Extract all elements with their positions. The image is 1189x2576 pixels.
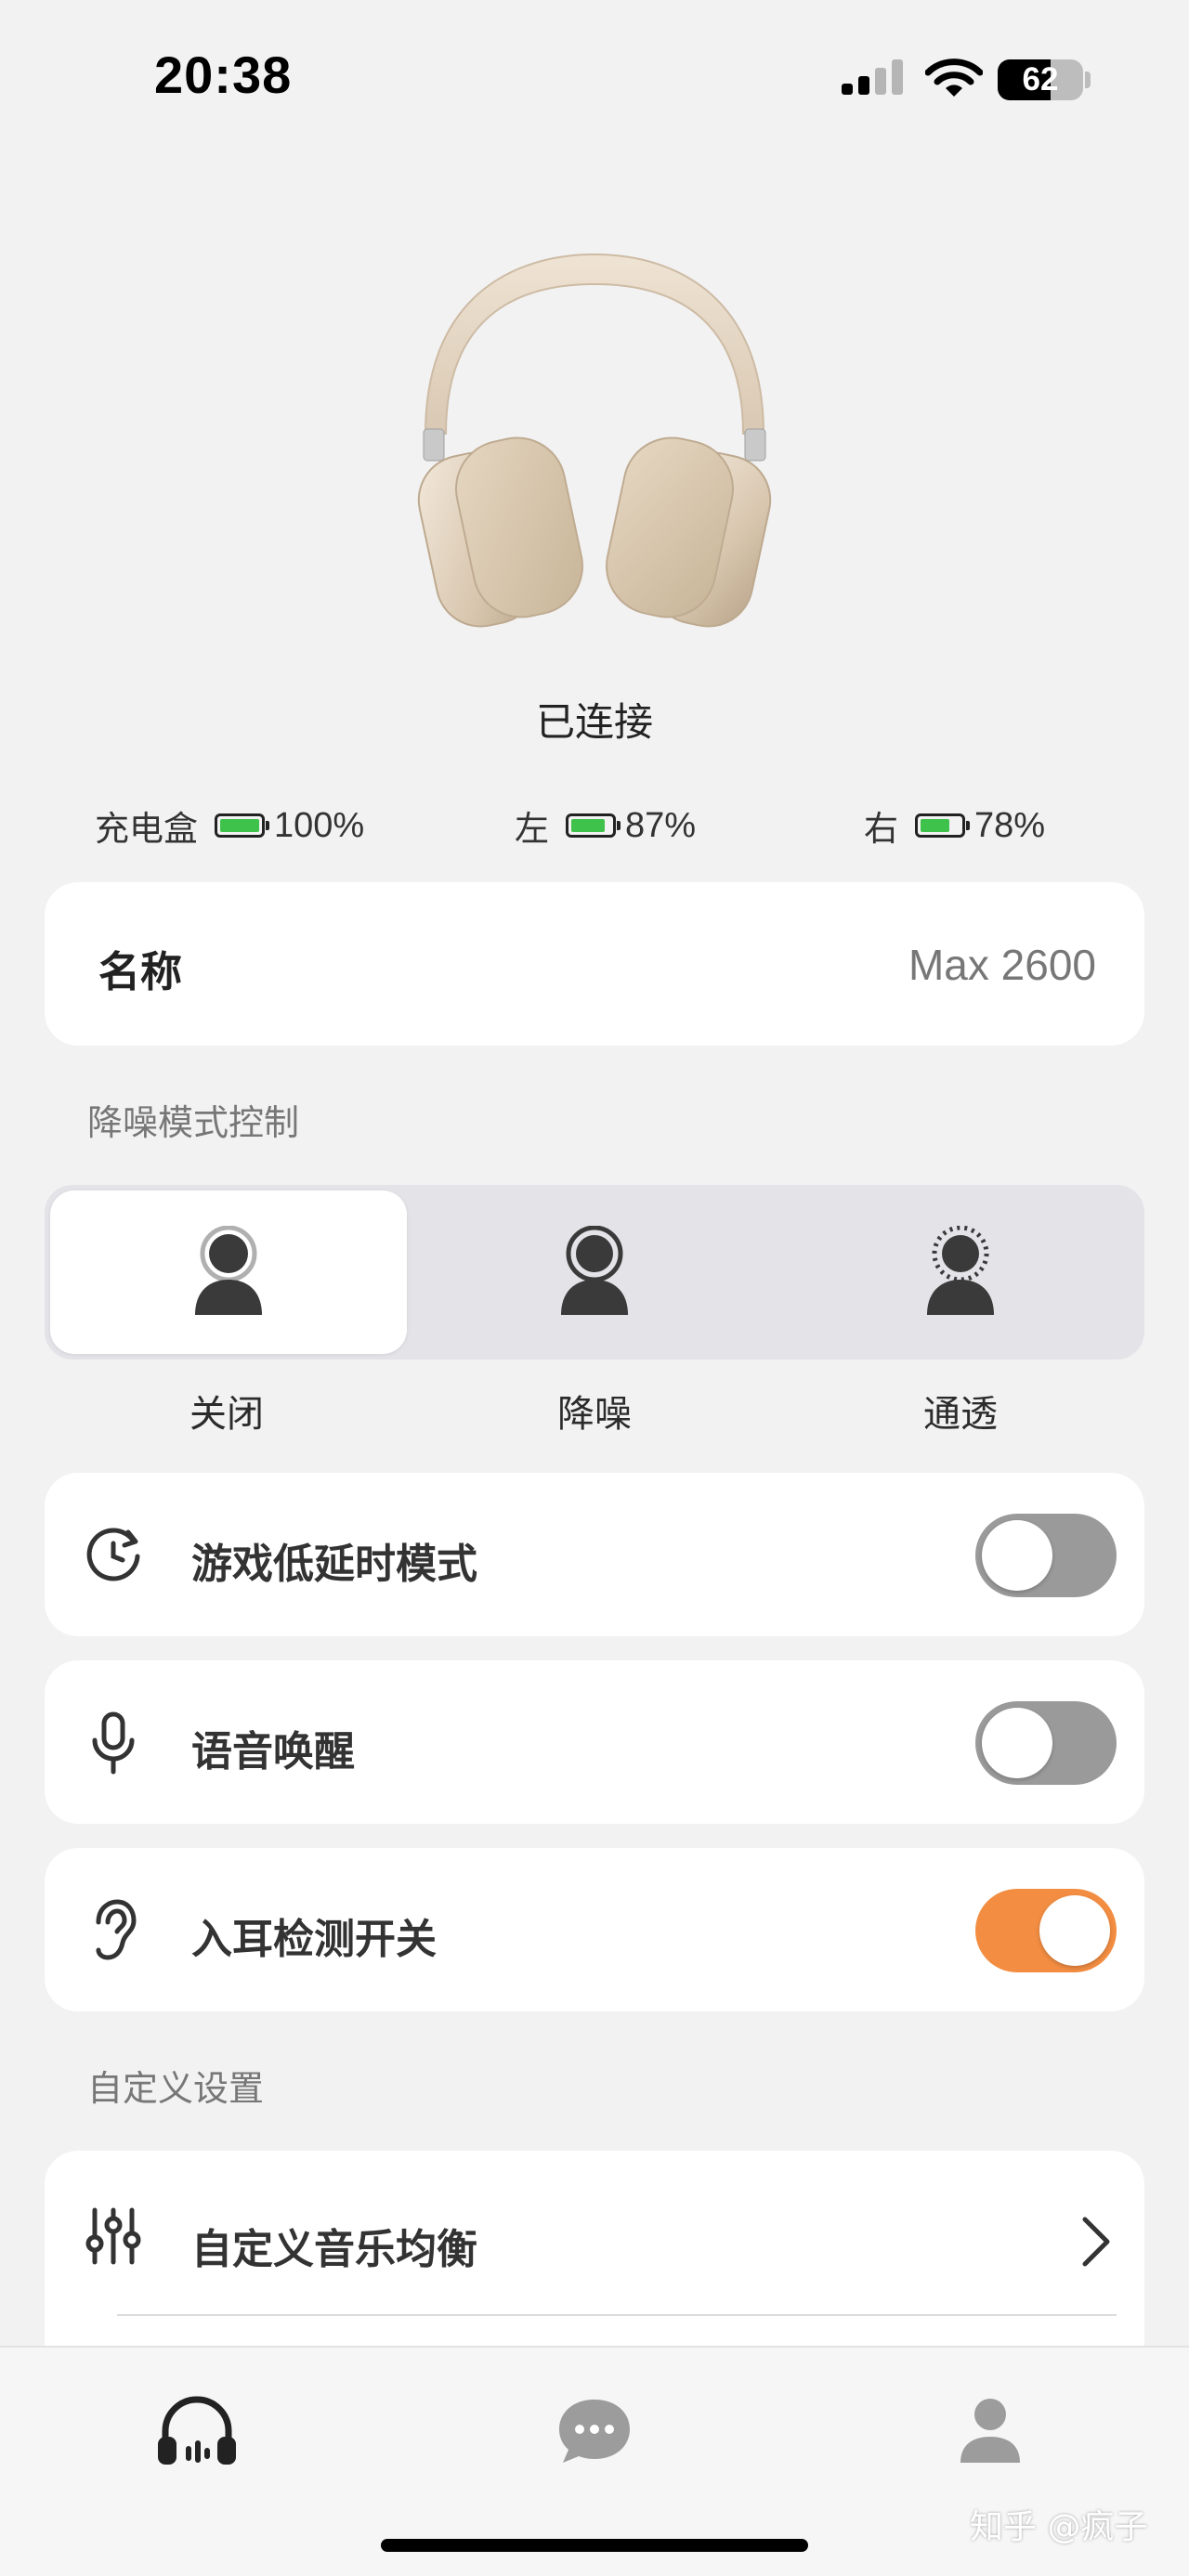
battery-left-label: 左 [515,809,549,849]
wifi-icon [925,59,983,97]
anc-option-transparency[interactable] [782,1190,1139,1354]
battery-icon [566,813,621,838]
in-ear-detection-label: 入耳检测开关 [191,1916,437,1963]
battery-case-percent: 100% [274,805,365,845]
custom-settings-title: 自定义设置 [87,2068,265,2109]
microphone-icon [92,1711,135,1775]
voice-wakeup-row: 语音唤醒 [45,1660,1144,1824]
game-low-latency-label: 游戏低延时模式 [191,1541,477,1588]
battery-right-percent: 78% [974,805,1046,845]
toggle-knob [982,1520,1052,1591]
chat-bubble-icon[interactable] [548,2385,641,2478]
device-name-row[interactable]: 名称 Max 2600 [45,882,1144,1046]
watermark: 知乎 @疯子 [970,2508,1148,2546]
cellular-signal-icon [842,59,903,95]
ear-icon [96,1899,137,1960]
custom-eq-label: 自定义音乐均衡 [191,2226,477,2273]
device-name-label: 名称 [98,947,183,996]
connection-status: 已连接 [535,699,653,745]
battery-left-percent: 87% [625,805,697,845]
anc-label-noise-cancelling: 降噪 [557,1393,632,1436]
status-battery-icon: 62 [998,59,1083,100]
status-battery-cap [1085,72,1091,88]
anc-option-noise-cancelling[interactable] [416,1190,773,1354]
headphones-tab-icon[interactable] [150,2385,243,2478]
battery-case-label: 充电盒 [95,809,198,849]
in-ear-detection-toggle[interactable] [975,1889,1117,1972]
device-name-value: Max 2600 [908,941,1096,989]
anc-mode-selector [45,1185,1144,1360]
anc-section-title: 降噪模式控制 [87,1102,300,1143]
person-anc-icon [561,1226,628,1315]
divider [117,2314,1117,2316]
anc-label-transparency: 通透 [923,1393,998,1436]
battery-case: 充电盒 100% [95,804,365,850]
home-indicator[interactable] [381,2539,808,2552]
person-transparency-icon [927,1226,994,1315]
game-low-latency-row: 游戏低延时模式 [45,1473,1144,1636]
voice-wakeup-label: 语音唤醒 [191,1728,355,1776]
anc-option-off[interactable] [50,1190,407,1354]
anc-label-off: 关闭 [189,1393,264,1436]
battery-icon [915,813,970,838]
status-battery-level: 62 [1022,61,1059,98]
chevron-right-icon [1082,2217,1110,2267]
toggle-knob [982,1708,1052,1778]
in-ear-detection-row: 入耳检测开关 [45,1848,1144,2011]
custom-eq-row[interactable]: 自定义音乐均衡 [45,2151,1144,2355]
battery-right-label: 右 [864,809,898,849]
headphones-image [417,253,772,628]
profile-icon[interactable] [944,2385,1037,2478]
toggle-knob [1039,1895,1110,1966]
equalizer-sliders-icon [85,2207,141,2265]
status-time: 20:38 [154,46,293,104]
battery-icon [215,813,269,838]
game-low-latency-toggle[interactable] [975,1514,1117,1597]
clock-refresh-icon [86,1528,140,1581]
battery-right: 右 78% [864,804,1046,850]
person-off-icon [195,1226,262,1315]
status-bar: 20:38 62 [0,0,1189,158]
battery-left: 左 87% [515,804,697,850]
voice-wakeup-toggle[interactable] [975,1701,1117,1785]
